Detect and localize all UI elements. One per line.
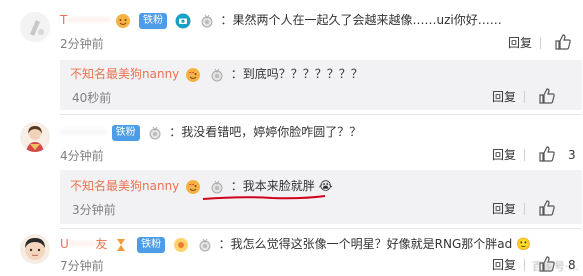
flower-badge-icon[interactable] [173, 237, 189, 253]
avatar-1-icon [20, 12, 50, 42]
commenter-name[interactable]: 不知名最美狗nanny [70, 67, 179, 81]
action-separator [524, 91, 525, 103]
comment-text: 到底吗？？？？？？？ [242, 67, 363, 81]
medal-icon[interactable] [147, 125, 163, 141]
commenter-avatar[interactable] [20, 234, 50, 264]
comment-text: 我本来脸就胖 [242, 179, 315, 193]
thumb-up-icon[interactable] [538, 145, 556, 163]
commenter-name[interactable]: 不知名最美狗nanny [70, 179, 179, 193]
comment-text: 我没看错吧，婷婷你脸咋圆了？？ [181, 125, 362, 139]
fan-badge[interactable]: 铁粉 [111, 124, 140, 141]
hand-drawn-underline [202, 195, 326, 200]
avatar-3-icon [20, 234, 50, 264]
comment-time: 2分钟前 [60, 37, 104, 51]
comment-time: 3分钟前 [72, 203, 116, 217]
reply-button[interactable]: 回复 [508, 35, 532, 51]
comment-3: U·······友 铁粉 ：我怎么觉得这张像一个明星？好像就是RNG那个胖ad … [0, 230, 583, 276]
action-separator [524, 259, 525, 271]
comment-line: T··········· 铁粉 ：果然两个人在一起久了会越来越像……uzi你好…… [60, 12, 502, 29]
commenter-avatar[interactable] [20, 122, 50, 152]
thumb-up-icon[interactable] [554, 33, 572, 51]
crying-emoji: 😭 [318, 179, 333, 193]
comment-divider [60, 228, 582, 229]
commenter-name-suffix[interactable]: 友 [96, 237, 108, 251]
reply-button[interactable]: 回复 [492, 147, 516, 163]
medal-icon[interactable] [197, 237, 213, 253]
fan-badge[interactable]: 铁粉 [138, 12, 167, 29]
medal-icon[interactable] [209, 67, 225, 83]
commenter-name[interactable]: U [60, 237, 69, 251]
sub-reply-1: 不知名最美狗nanny ：到底吗？？？？？？？ 40秒前 回复 [0, 60, 583, 110]
thumb-up-icon[interactable] [538, 199, 556, 217]
commenter-name-blurred[interactable]: ············ [60, 125, 106, 139]
comment-divider [60, 114, 582, 115]
reply-button[interactable]: 回复 [492, 89, 516, 105]
thumb-up-icon[interactable] [538, 87, 556, 105]
heart-face-emoji-icon [186, 179, 201, 194]
vip-camera-icon[interactable] [175, 13, 191, 29]
watermark: 百家号·... [532, 260, 579, 273]
like-count: 3 [568, 148, 576, 162]
heart-face-emoji-icon [116, 13, 131, 28]
avatar-2-icon [20, 122, 50, 152]
sub-reply-line: 不知名最美狗nanny ：到底吗？？？？？？？ [70, 67, 363, 83]
medal-icon[interactable] [199, 13, 215, 29]
comment-1: T··········· 铁粉 ：果然两个人在一起久了会越来越像……uzi你好…… [0, 0, 583, 56]
comment-text: 果然两个人在一起久了会越来越像……uzi你好…… [232, 13, 502, 27]
sub-reply-line: 不知名最美狗nanny ：我本来脸就胖 😭 [70, 179, 333, 195]
hourglass-icon [117, 238, 126, 251]
comment-2: ············ 铁粉 ：我没看错吧，婷婷你脸咋圆了？？ 4分钟前 回复… [0, 118, 583, 168]
comment-text: 我怎么觉得这张像一个明星？好像就是RNG那个胖ad [230, 237, 513, 251]
action-separator [540, 37, 541, 49]
action-separator [524, 149, 525, 161]
reply-button[interactable]: 回复 [492, 201, 516, 217]
sub-reply-2: 不知名最美狗nanny ：我本来脸就胖 😭 3分钟前 回复 [0, 170, 583, 224]
fan-badge[interactable]: 铁粉 [137, 236, 166, 253]
reply-button[interactable]: 回复 [492, 257, 516, 273]
commenter-name-blurred: ··········· [67, 13, 110, 27]
commenter-avatar[interactable] [20, 12, 50, 42]
comment-time: 7分钟前 [60, 259, 104, 273]
comment-line: ············ 铁粉 ：我没看错吧，婷婷你脸咋圆了？？ [60, 124, 362, 141]
commenter-name-blurred: ······· [68, 237, 96, 251]
action-separator [524, 203, 525, 215]
comment-line: U·······友 铁粉 ：我怎么觉得这张像一个明星？好像就是RNG那个胖ad … [60, 236, 532, 253]
thinking-emoji: 🙂 [516, 237, 532, 251]
medal-icon[interactable] [209, 179, 225, 195]
heart-face-emoji-icon [186, 67, 201, 82]
comment-time: 40秒前 [72, 91, 112, 105]
comment-time: 4分钟前 [60, 149, 104, 163]
